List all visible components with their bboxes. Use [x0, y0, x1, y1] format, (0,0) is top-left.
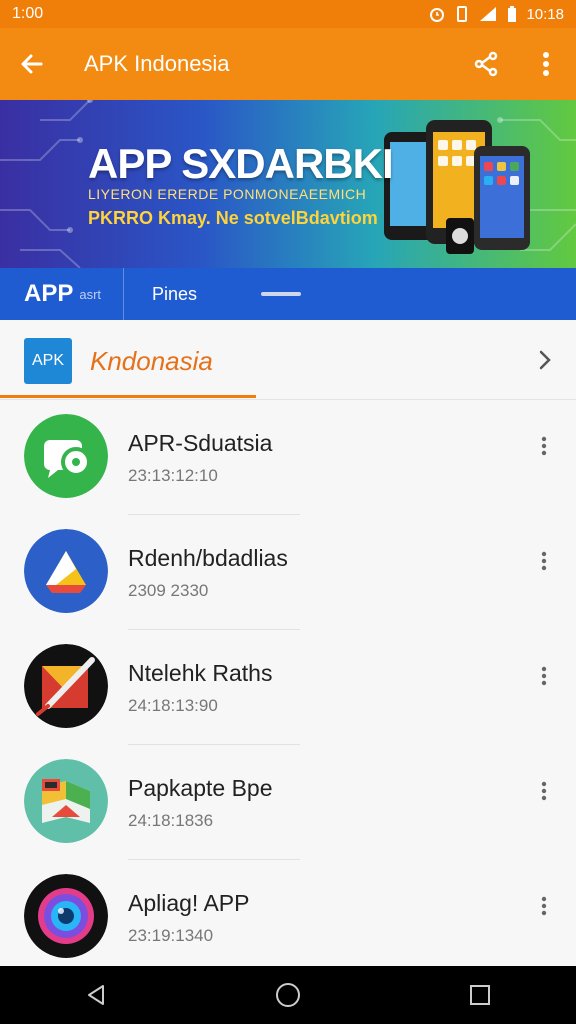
app-timestamp: 24:18:13:90 — [128, 696, 218, 715]
section-title: Kndonasia — [90, 346, 213, 376]
tab-strip: APP asrt Pines — [0, 268, 576, 320]
drive-triangle-icon — [24, 529, 108, 613]
app-timestamp: 2309 2330 — [128, 581, 209, 600]
nav-back-button[interactable] — [66, 966, 126, 1024]
list-item[interactable]: Papkapte Bpe 24:18:1836 — [0, 745, 576, 860]
more-options-button[interactable] — [516, 28, 576, 100]
section-expand-button[interactable] — [530, 344, 560, 376]
chevron-right-icon — [539, 350, 551, 370]
more-vert-icon — [543, 52, 549, 76]
app-more-button[interactable] — [528, 430, 560, 462]
list-item[interactable]: Rdenh/bdadlias 2309 2330 — [0, 515, 576, 630]
banner-subtitle: LIYERON ERERDE PONMONEAEEMICH — [88, 186, 367, 202]
battery-icon — [508, 6, 517, 22]
phones-illustration — [384, 120, 530, 254]
app-more-button[interactable] — [528, 660, 560, 692]
app-more-button[interactable] — [528, 775, 560, 807]
nav-home-button[interactable] — [258, 966, 318, 1024]
nav-back-icon — [88, 985, 104, 1005]
app-timestamp: 23:19:1340 — [128, 926, 214, 945]
share-icon — [474, 51, 498, 77]
section-header[interactable] — [0, 320, 576, 400]
app-name: Rdenh/bdadlias — [128, 545, 288, 571]
system-nav-bar — [0, 966, 576, 1024]
section-underline — [0, 395, 256, 398]
back-button[interactable] — [0, 28, 64, 100]
nav-home-icon — [276, 983, 300, 1007]
app-timestamp: 23:13:12:10 — [128, 466, 218, 485]
tab-app-label: APP — [24, 280, 74, 307]
app-timestamp: 24:18:1836 — [128, 811, 214, 830]
more-vert-icon — [541, 436, 547, 456]
alarm-icon — [430, 8, 445, 22]
vibrate-icon — [457, 6, 468, 22]
app-name: Papkapte Bpe — [128, 775, 273, 801]
section-badge: APK — [24, 338, 72, 384]
promo-banner[interactable]: APP SXDARBKI LIYERON ERERDE PONMONEAEEMI… — [0, 100, 576, 268]
more-vert-icon — [541, 666, 547, 686]
status-time: 1:00 — [12, 5, 44, 22]
list-item[interactable]: Ntelehk Raths 24:18:13:90 — [0, 630, 576, 745]
more-vert-icon — [541, 896, 547, 916]
nav-recents-button[interactable] — [450, 966, 510, 1024]
page-title: APK Indonesia — [84, 51, 230, 76]
chat-bubble-icon — [24, 414, 108, 498]
app-more-button[interactable] — [528, 890, 560, 922]
camera-lens-icon — [24, 874, 108, 958]
tab-pines[interactable]: Pines — [152, 284, 197, 305]
more-vert-icon — [541, 551, 547, 571]
status-icons: 10:18 — [428, 5, 564, 23]
app-bar: APK Indonesia — [0, 28, 576, 100]
tab-app-sublabel: asrt — [79, 286, 102, 302]
tab-app[interactable]: APP asrt — [0, 268, 124, 320]
more-vert-icon — [541, 781, 547, 801]
signal-icon — [480, 7, 497, 21]
app-name: Ntelehk Raths — [128, 660, 273, 686]
tab-indicator — [261, 292, 302, 296]
share-button[interactable] — [456, 28, 516, 100]
app-name: Apliag! APP — [128, 890, 250, 916]
arrow-back-icon — [21, 54, 43, 74]
banner-tagline: PKRRO Kmay. Ne sotvelBdavtiom — [88, 208, 378, 228]
status-clock: 10:18 — [526, 5, 564, 23]
list-item[interactable]: APR-Sduatsia 23:13:12:10 — [0, 400, 576, 515]
list-item[interactable]: Apliag! APP 23:19:1340 — [0, 860, 576, 975]
app-name: APR-Sduatsia — [128, 430, 273, 456]
banner-title: APP SXDARBKI — [88, 140, 394, 187]
app-more-button[interactable] — [528, 545, 560, 577]
status-bar: 1:00 10:18 — [0, 0, 576, 28]
pen-tool-icon — [24, 644, 108, 728]
maps-icon — [24, 759, 108, 843]
nav-recents-icon — [470, 985, 490, 1005]
